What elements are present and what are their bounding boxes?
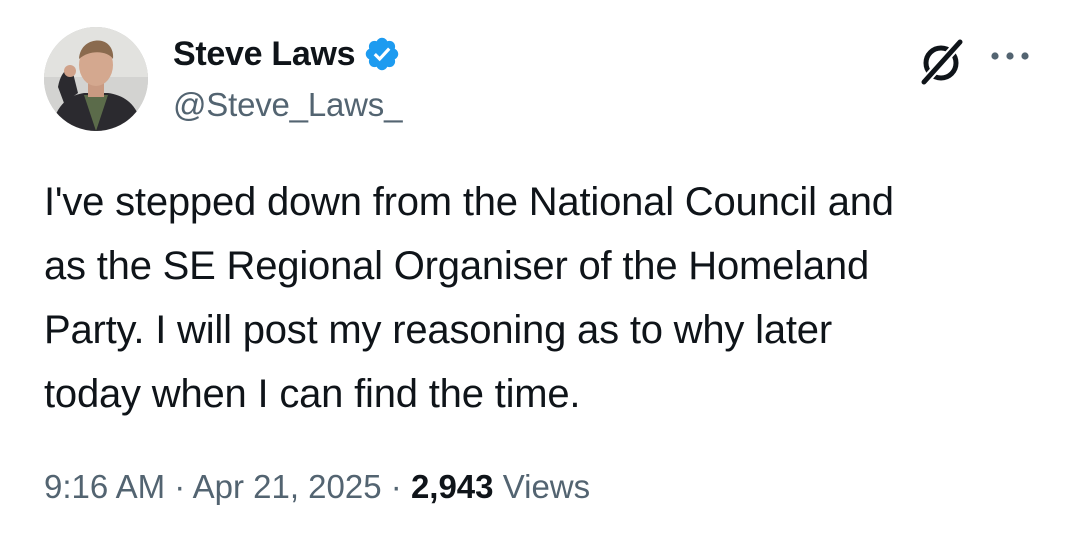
tweet-meta: 9:16 AM · Apr 21, 2025 · 2,943 Views	[44, 468, 590, 506]
tweet-text-line: as the SE Regional Organiser of the Home…	[44, 244, 870, 288]
verified-badge-icon[interactable]	[363, 35, 401, 73]
tweet-date[interactable]: Apr 21, 2025	[193, 468, 382, 505]
views-count: 2,943	[410, 468, 494, 505]
more-dots-icon[interactable]	[988, 44, 1032, 68]
tweet-text-line: Party. I will post my reasoning as to wh…	[44, 308, 832, 352]
meta-separator: ·	[390, 468, 402, 505]
name-row: Steve Laws	[173, 32, 402, 76]
tweet-text-line: I've stepped down from the National Coun…	[44, 180, 894, 224]
handle[interactable]: @Steve_Laws_	[173, 86, 402, 124]
avatar[interactable]	[44, 27, 148, 131]
display-name[interactable]: Steve Laws	[173, 35, 356, 74]
grok-icon[interactable]	[914, 34, 968, 88]
author-block: Steve Laws @Steve_Laws_	[173, 32, 402, 124]
views-label: Views	[502, 468, 591, 505]
tweet-text-line: today when I can find the time.	[44, 372, 581, 416]
tweet-card: Steve Laws @Steve_Laws_ I've stepped dow…	[0, 0, 1080, 533]
tweet-text: I've stepped down from the National Coun…	[44, 170, 1044, 426]
tweet-time[interactable]: 9:16 AM	[44, 468, 165, 505]
meta-separator: ·	[174, 468, 186, 505]
avatar-photo	[44, 27, 148, 131]
